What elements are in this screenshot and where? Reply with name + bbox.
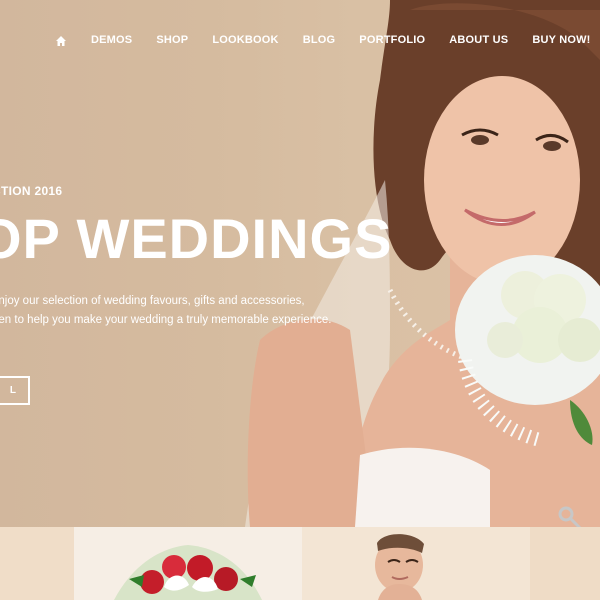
key-watermark-icon	[556, 504, 596, 527]
bottom-product-strip	[0, 527, 600, 600]
nav-item-portfolio[interactable]: PORTFOLIO	[359, 34, 425, 46]
nav-item-about-us[interactable]: ABOUT US	[449, 34, 508, 46]
nav-item-lookbook[interactable]: LOOKBOOK	[212, 34, 278, 46]
product-tile[interactable]	[530, 527, 600, 600]
home-icon[interactable]	[55, 34, 67, 46]
hero-description-line-1: enjoy our selection of wedding favours, …	[0, 295, 305, 307]
hero-kicker: CTION 2016	[0, 184, 63, 198]
hero-description: enjoy our selection of wedding favours, …	[0, 292, 331, 330]
product-tile-groom[interactable]	[302, 527, 530, 600]
groom-image	[375, 534, 424, 600]
product-tile[interactable]	[0, 527, 74, 600]
nav-item-buy-now[interactable]: BUY NOW!	[532, 34, 590, 46]
hero-headline: OP WEDDINGS	[0, 207, 393, 270]
nav-item-shop[interactable]: SHOP	[156, 34, 188, 46]
hero-description-line-2: een to help you make your wedding a trul…	[0, 314, 332, 326]
product-tile-flowers[interactable]	[74, 527, 302, 600]
hero-banner: DEMOS SHOP LOOKBOOK BLOG PORTFOLIO ABOUT…	[0, 0, 600, 527]
hero-cta-button[interactable]: L	[0, 376, 30, 405]
flower-arrangement-image	[114, 545, 262, 600]
main-nav: DEMOS SHOP LOOKBOOK BLOG PORTFOLIO ABOUT…	[55, 30, 590, 50]
nav-item-blog[interactable]: BLOG	[303, 34, 336, 46]
nav-item-demos[interactable]: DEMOS	[91, 34, 132, 46]
